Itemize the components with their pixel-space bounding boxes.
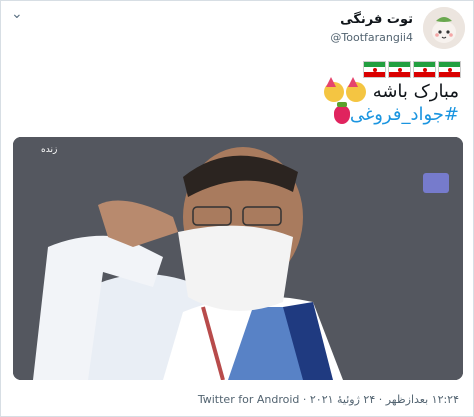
tweet-text-line: مبارک باشه xyxy=(323,77,459,102)
display-name[interactable]: توت فرنگی xyxy=(340,12,413,27)
tweet-text: مبارک باشه xyxy=(372,81,459,102)
chevron-down-icon[interactable]: ⌄ xyxy=(11,7,25,21)
iran-flag-icon xyxy=(413,61,436,78)
tweet-card[interactable]: ⌄ توت فرنگی @Tootfarangii4 مبارک باشه #ج… xyxy=(0,0,474,417)
iran-flag-icon xyxy=(438,61,461,78)
live-label: زنده xyxy=(41,145,58,155)
hashtag-line: #جواد_فروغی xyxy=(328,102,459,125)
iran-flags xyxy=(363,61,461,78)
strawberry-avatar-icon xyxy=(423,7,465,49)
saluting-man-photo xyxy=(13,137,463,380)
iran-flag-icon xyxy=(363,61,386,78)
user-avatar[interactable] xyxy=(423,7,465,49)
strawberry-icon xyxy=(333,102,350,124)
party-face-icon xyxy=(345,77,366,102)
party-face-icon xyxy=(323,77,344,102)
iran-flag-icon xyxy=(388,61,411,78)
user-handle[interactable]: @Tootfarangii4 xyxy=(330,31,413,44)
tweet-timestamp[interactable]: ۱۲:۲۴ بعدازظهر · ۲۴ ژوئیهٔ ۲۰۲۱ · Twitte… xyxy=(198,393,459,406)
tweet-media-image[interactable]: زنده xyxy=(13,137,463,380)
hashtag-link[interactable]: #جواد_فروغی xyxy=(350,104,459,125)
